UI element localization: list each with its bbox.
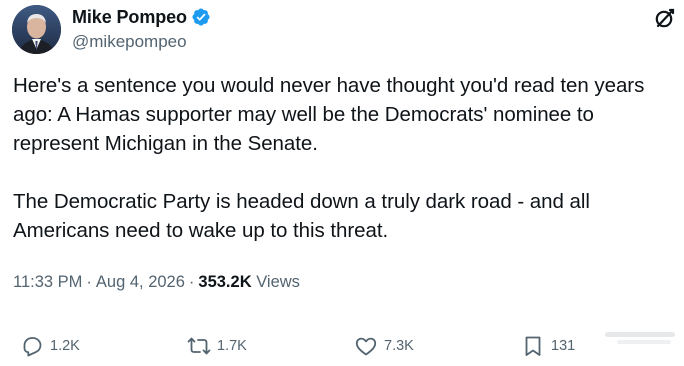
like-count: 7.3K [384, 338, 414, 354]
share-fade-overlay [577, 312, 684, 358]
tweet-paragraph-1: Here's a sentence you would never have t… [13, 74, 645, 155]
author-name-row: Mike Pompeo [72, 6, 211, 28]
heart-icon [355, 337, 377, 356]
bookmark-count: 131 [551, 338, 576, 354]
tweet-paragraph-2: The Democratic Party is headed down a tr… [13, 190, 590, 242]
views-label: Views [256, 273, 300, 291]
retweet-count: 1.7K [217, 338, 247, 354]
share-placeholder-icon [605, 332, 675, 344]
reply-count: 1.2K [50, 338, 80, 354]
reply-button[interactable]: 1.2K [20, 334, 80, 358]
retweet-icon [187, 337, 211, 355]
author-name[interactable]: Mike Pompeo [72, 7, 187, 28]
like-button[interactable]: 7.3K [354, 334, 414, 358]
author-info: Mike Pompeo @mikepompeo [72, 6, 211, 52]
author-handle[interactable]: @mikepompeo [72, 32, 211, 52]
bookmark-icon [525, 336, 541, 356]
retweet-button[interactable]: 1.7K [187, 334, 247, 358]
avatar[interactable] [12, 5, 61, 54]
tweet-date[interactable]: Aug 4, 2026 [96, 273, 185, 291]
tweet-time[interactable]: 11:33 PM [13, 273, 82, 291]
avatar-image [12, 5, 61, 54]
bookmark-button[interactable]: 131 [521, 334, 575, 358]
reply-icon [23, 337, 42, 357]
grok-icon[interactable] [653, 6, 677, 30]
verified-badge-icon[interactable] [191, 7, 211, 27]
tweet-meta: 11:33 PM · Aug 4, 2026 · 353.2K Views [13, 273, 300, 291]
tweet-text: Here's a sentence you would never have t… [13, 71, 673, 245]
views-count: 353.2K [198, 273, 252, 291]
